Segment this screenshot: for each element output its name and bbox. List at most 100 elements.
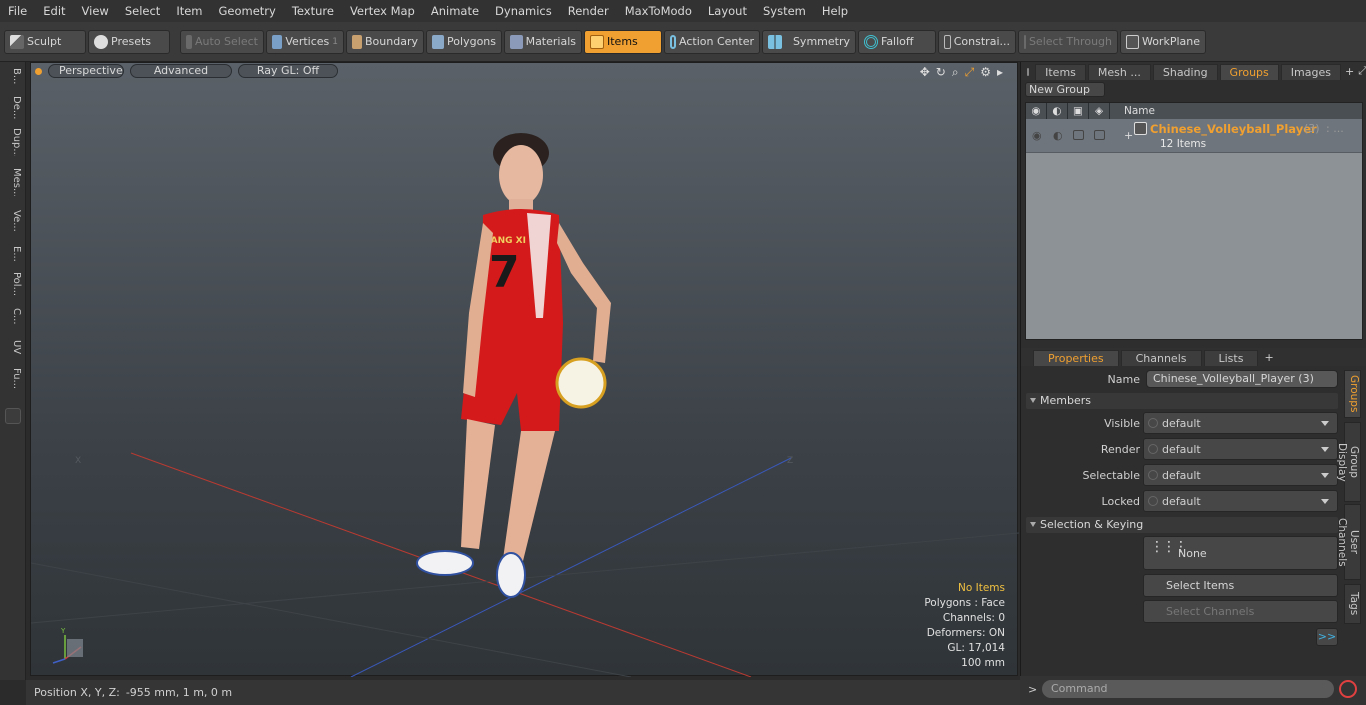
- action-center-button[interactable]: Action Center: [664, 29, 760, 54]
- left-tab-1[interactable]: De...: [4, 96, 22, 124]
- boundary-button[interactable]: Boundary: [346, 29, 424, 54]
- eye-icon[interactable]: ◉: [1026, 103, 1047, 119]
- field-label-visible: Visible: [1104, 417, 1140, 430]
- lock-icon[interactable]: ▣: [1068, 103, 1089, 119]
- tab-mesh[interactable]: Mesh ...: [1087, 64, 1151, 80]
- chevron-right-icon[interactable]: ▸: [997, 65, 1003, 80]
- dropdown-value: default: [1162, 468, 1201, 482]
- left-tab-3[interactable]: Mes...: [4, 168, 22, 196]
- menu-edit[interactable]: Edit: [35, 4, 73, 18]
- side-tab-groups[interactable]: Groups: [1344, 370, 1361, 418]
- presets-button[interactable]: Presets: [88, 29, 170, 54]
- select-channels-button[interactable]: Select Channels: [1143, 600, 1338, 623]
- rotate-icon[interactable]: ↻: [936, 65, 946, 80]
- menu-animate[interactable]: Animate: [423, 4, 487, 18]
- move-icon[interactable]: ✥: [920, 65, 930, 80]
- left-tab-2[interactable]: Dup...: [4, 128, 22, 156]
- position-label: Position X, Y, Z:: [34, 686, 120, 699]
- perspective-button[interactable]: Perspective: [48, 64, 124, 78]
- items-button[interactable]: Items: [584, 29, 662, 54]
- menu-dynamics[interactable]: Dynamics: [487, 4, 560, 18]
- menu-render[interactable]: Render: [560, 4, 617, 18]
- workplane-button[interactable]: WorkPlane: [1120, 29, 1206, 54]
- field-dropdown-selectable[interactable]: default: [1143, 464, 1338, 486]
- tab-groups[interactable]: Groups: [1219, 64, 1279, 80]
- select-items-button[interactable]: Select Items: [1143, 574, 1338, 597]
- left-tab-6[interactable]: Pol...: [4, 272, 22, 300]
- menu-vertex-map[interactable]: Vertex Map: [342, 4, 423, 18]
- render-icon[interactable]: ◐: [1047, 103, 1068, 119]
- menu-item[interactable]: Item: [168, 4, 210, 18]
- tab-items[interactable]: Items: [1035, 64, 1086, 80]
- menu-layout[interactable]: Layout: [700, 4, 755, 18]
- tab-shading[interactable]: Shading: [1152, 64, 1218, 80]
- dropdown-value: default: [1162, 494, 1201, 508]
- panel-toggle-dot[interactable]: [1027, 68, 1030, 76]
- brush-icon: [10, 34, 24, 49]
- sculpt-button[interactable]: Sculpt: [4, 29, 86, 54]
- command-input[interactable]: Command: [1042, 680, 1334, 698]
- raygl-button[interactable]: Ray GL: Off: [238, 64, 338, 78]
- tab-add-icon[interactable]: +: [1345, 65, 1354, 78]
- falloff-button[interactable]: Falloff: [858, 29, 936, 54]
- left-tab-4[interactable]: Ve...: [4, 210, 22, 238]
- props-tab-add-icon[interactable]: +: [1264, 351, 1273, 364]
- tab-lists[interactable]: Lists: [1203, 350, 1259, 366]
- tab-channels[interactable]: Channels: [1120, 350, 1202, 366]
- menu-view[interactable]: View: [74, 4, 117, 18]
- constraints-button[interactable]: Constrai...: [938, 29, 1016, 54]
- auto-select-button[interactable]: Auto Select: [180, 29, 264, 54]
- tab-properties[interactable]: Properties: [1033, 350, 1119, 366]
- left-tab-5[interactable]: E...: [4, 246, 22, 274]
- side-tab-user-channels[interactable]: User Channels: [1336, 504, 1361, 580]
- left-tab-7[interactable]: C...: [4, 308, 22, 336]
- render-toggle-icon[interactable]: ◐: [1053, 129, 1063, 142]
- members-section[interactable]: Members: [1026, 393, 1338, 409]
- grid-scale: 100 mm: [961, 657, 1005, 669]
- polygons-icon: [432, 34, 445, 49]
- record-icon[interactable]: [1339, 680, 1357, 698]
- vertices-button[interactable]: Vertices 1: [266, 29, 344, 54]
- select-through-button[interactable]: Select Through: [1018, 29, 1118, 54]
- group-row[interactable]: ◉ ◐ + Chinese_Volleyball_Player (3) : ..…: [1026, 119, 1362, 153]
- left-tab-bottom-button[interactable]: [5, 408, 21, 424]
- viewport-menu-dot[interactable]: [35, 67, 42, 75]
- 3d-viewport[interactable]: 7 YANG XI Y X Z Perspective Advanced Ray…: [30, 62, 1019, 677]
- new-group-button[interactable]: New Group: [1025, 82, 1105, 97]
- more-button[interactable]: >>: [1316, 628, 1338, 646]
- left-tab-0[interactable]: B...: [4, 68, 22, 96]
- name-field[interactable]: Chinese_Volleyball_Player (3): [1146, 370, 1338, 388]
- side-tab-tags[interactable]: Tags: [1344, 584, 1361, 624]
- menu-system[interactable]: System: [755, 4, 814, 18]
- advanced-button[interactable]: Advanced: [130, 64, 232, 78]
- side-tab-group-display[interactable]: Group Display: [1336, 422, 1361, 502]
- polygons-button[interactable]: Polygons: [426, 29, 502, 54]
- select-icon[interactable]: ◈: [1089, 103, 1110, 119]
- zoom-icon[interactable]: ⌕: [952, 65, 959, 80]
- left-tab-9[interactable]: Fu...: [4, 368, 22, 398]
- left-tab-8[interactable]: UV: [4, 340, 22, 368]
- menu-maxtomodo[interactable]: MaxToModo: [617, 4, 700, 18]
- menu-geometry[interactable]: Geometry: [211, 4, 284, 18]
- selection-keying-section[interactable]: Selection & Keying: [1026, 517, 1338, 533]
- materials-button[interactable]: Materials: [504, 29, 582, 54]
- symmetry-button[interactable]: Symmetry: [762, 29, 856, 54]
- menu-help[interactable]: Help: [814, 4, 856, 18]
- field-dropdown-locked[interactable]: default: [1143, 490, 1338, 512]
- field-dropdown-visible[interactable]: default: [1143, 412, 1338, 434]
- select-toggle[interactable]: [1094, 130, 1105, 140]
- eye-toggle-icon[interactable]: ◉: [1032, 129, 1042, 142]
- menu-select[interactable]: Select: [117, 4, 168, 18]
- field-dropdown-render[interactable]: default: [1143, 438, 1338, 460]
- symmetry-icon: [768, 34, 782, 49]
- maximize-icon[interactable]: ⤢: [965, 65, 975, 80]
- crosshair-icon: [670, 34, 677, 49]
- menu-file[interactable]: File: [0, 4, 35, 18]
- gear-icon[interactable]: ⚙: [980, 65, 991, 80]
- none-button[interactable]: ⋮⋮⋮ None: [1143, 536, 1338, 570]
- tab-images[interactable]: Images: [1280, 64, 1341, 80]
- maximize-panel-icon[interactable]: ⤢: [1358, 64, 1366, 78]
- lock-toggle[interactable]: [1073, 130, 1084, 140]
- expand-icon[interactable]: +: [1124, 129, 1133, 142]
- menu-texture[interactable]: Texture: [284, 4, 342, 18]
